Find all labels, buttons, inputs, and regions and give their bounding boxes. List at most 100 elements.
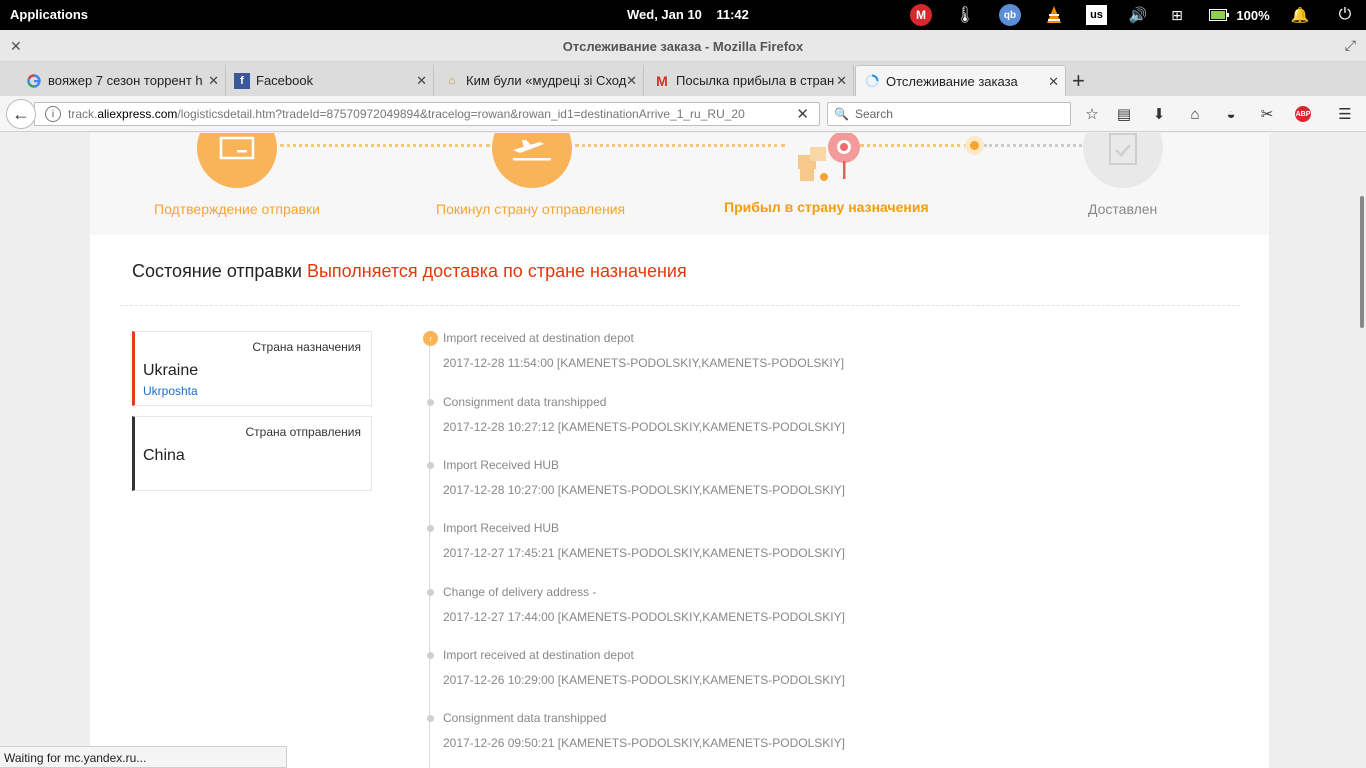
event-description: Import received at destination depot [443,648,634,662]
qbittorrent-icon[interactable]: qb [999,4,1021,26]
timeline-dot [427,462,434,469]
reading-list-icon[interactable]: ▤ [1114,104,1134,124]
clock[interactable]: Wed, Jan 10 11:42 [627,7,749,22]
tab-close-icon[interactable]: ✕ [626,73,637,89]
site-icon: ⌂ [448,74,456,87]
pocket-icon[interactable]: ◒ [1221,104,1241,124]
event-description: Change of delivery address - [443,585,597,599]
home-icon[interactable]: ⌂ [1185,104,1205,124]
system-panel: Applications Wed, Jan 10 11:42 M 🌡 qb us… [0,0,1366,30]
scrollbar-thumb[interactable] [1360,196,1364,328]
shipment-status: Состояние отправки Выполняется доставка … [132,261,687,282]
google-icon [26,73,42,89]
timeline-latest-icon: ↑ [423,331,438,346]
window-titlebar: ✕ Отслеживание заказа - Mozilla Firefox … [0,30,1366,62]
adblock-plus-icon[interactable]: ABP [1295,106,1311,122]
thermometer-icon[interactable]: 🌡 [955,4,975,26]
battery-percentage: 100% [1236,7,1270,23]
mega-icon[interactable]: M [910,4,932,26]
extension-icon[interactable]: ✂ [1257,104,1277,124]
event-description: Consignment data transhipped [443,711,607,725]
step-connector [280,144,490,147]
bookmark-star-icon[interactable]: ☆ [1082,104,1102,124]
event-time: 2017-12-28 11:54:00 [KAMENETS-PODOLSKIY,… [443,356,845,370]
step-label-departed: Покинул страну отправления [436,201,626,217]
window-maximize-icon[interactable]: ⤢ [1345,37,1356,54]
tab-close-icon[interactable]: ✕ [836,73,847,89]
search-input[interactable]: 🔍 Search [827,102,1071,126]
stop-loading-icon[interactable]: ✕ [796,105,809,123]
vlc-icon[interactable] [1043,4,1065,26]
divider [120,305,1240,306]
search-placeholder: Search [854,107,893,121]
status-label: Состояние отправки [132,261,302,281]
tab-facebook[interactable]: f Facebook ✕ [226,65,434,96]
tab-label: вояжер 7 сезон торрент h [48,73,203,88]
status-value: Выполняется доставка по стране назначени… [306,261,687,281]
origin-header: Страна отправления [245,425,362,439]
search-icon: 🔍 [834,107,849,121]
destination-country: Ukraine [143,362,199,379]
package-icon [219,136,255,160]
event-description: Import received at destination depot [443,331,634,345]
page-viewport: Подтверждение отправки Покинул страну от… [0,133,1358,768]
volume-icon[interactable]: 🔊 [1127,4,1149,26]
event-time: 2017-12-28 10:27:00 [KAMENETS-PODOLSKIY,… [443,483,845,497]
new-tab-button[interactable]: + [1072,68,1085,94]
step-connector [575,144,785,147]
clipboard-check-icon [1109,133,1137,165]
applications-menu[interactable]: Applications [10,7,88,22]
hamburger-menu-icon[interactable]: ☰ [1335,104,1355,124]
event-description: Import Received HUB [443,521,560,535]
tab-label: Facebook [256,73,314,88]
event-description: Consignment data transhipped [443,395,607,409]
step-connector [984,144,1082,147]
timeline-dot [427,652,434,659]
tab-tracking[interactable]: Отслеживание заказа ✕ [855,65,1066,96]
carrier-link[interactable]: Ukrposhta [143,384,198,398]
power-icon[interactable]: ⏻ [1335,4,1355,26]
tab-label: Ким були «мудреці зі Сход [466,73,627,88]
event-time: 2017-12-26 10:29:00 [KAMENETS-PODOLSKIY,… [443,673,845,687]
step-label-confirmation: Подтверждение отправки [154,201,320,217]
tab-gmail[interactable]: M Посылка прибыла в стран ✕ [646,65,854,96]
tab-google-search[interactable]: вояжер 7 сезон торрент h ✕ [18,65,226,96]
timeline-dot [427,589,434,596]
tab-label: Отслеживание заказа [886,73,1018,89]
tab-close-icon[interactable]: ✕ [1048,74,1059,90]
battery-icon[interactable] [1209,4,1229,26]
url-bar[interactable]: i track.aliexpress.com/logisticsdetail.h… [34,102,820,126]
current-step-marker [970,141,979,150]
back-button[interactable]: ← [6,99,36,129]
plane-departure-icon [513,140,551,161]
network-icon[interactable]: ⊞ [1168,4,1186,26]
tab-article[interactable]: ⌂ Ким були «мудреці зі Сход ✕ [436,65,644,96]
timeline-dot [427,715,434,722]
tab-close-icon[interactable]: ✕ [416,73,427,89]
notification-bell-icon[interactable]: 🔔 [1290,4,1310,26]
status-bar: Waiting for mc.yandex.ru... [0,746,287,768]
download-icon[interactable]: ⬇ [1149,104,1169,124]
tab-close-icon[interactable]: ✕ [208,73,219,89]
tab-bar: вояжер 7 сезон торрент h ✕ f Facebook ✕ … [0,62,1366,96]
event-time: 2017-12-26 09:50:21 [KAMENETS-PODOLSKIY,… [443,736,845,750]
event-time: 2017-12-27 17:44:00 [KAMENETS-PODOLSKIY,… [443,610,845,624]
timeline-dot [427,525,434,532]
tab-label: Посылка прибыла в стран [676,73,835,88]
destination-header: Страна назначения [252,340,361,354]
origin-country: China [143,447,185,464]
event-time: 2017-12-28 10:27:12 [KAMENETS-PODOLSKIY,… [443,420,845,434]
navigation-bar: i track.aliexpress.com/logisticsdetail.h… [0,96,1366,132]
window-title: Отслеживание заказа - Mozilla Firefox [562,39,804,54]
url-text[interactable]: track.aliexpress.com/logisticsdetail.htm… [68,107,788,121]
event-time: 2017-12-27 17:45:21 [KAMENETS-PODOLSKIY,… [443,546,845,560]
site-info-icon[interactable]: i [45,106,61,122]
facebook-icon: f [234,72,250,89]
arrival-icon [798,133,860,181]
origin-country-box: Страна отправления China [132,416,372,491]
event-description: Import Received HUB [443,458,560,472]
timeline-dot [427,399,434,406]
step-connector [860,144,968,147]
keyboard-layout-indicator[interactable]: us [1086,5,1107,25]
loading-icon [864,73,880,89]
